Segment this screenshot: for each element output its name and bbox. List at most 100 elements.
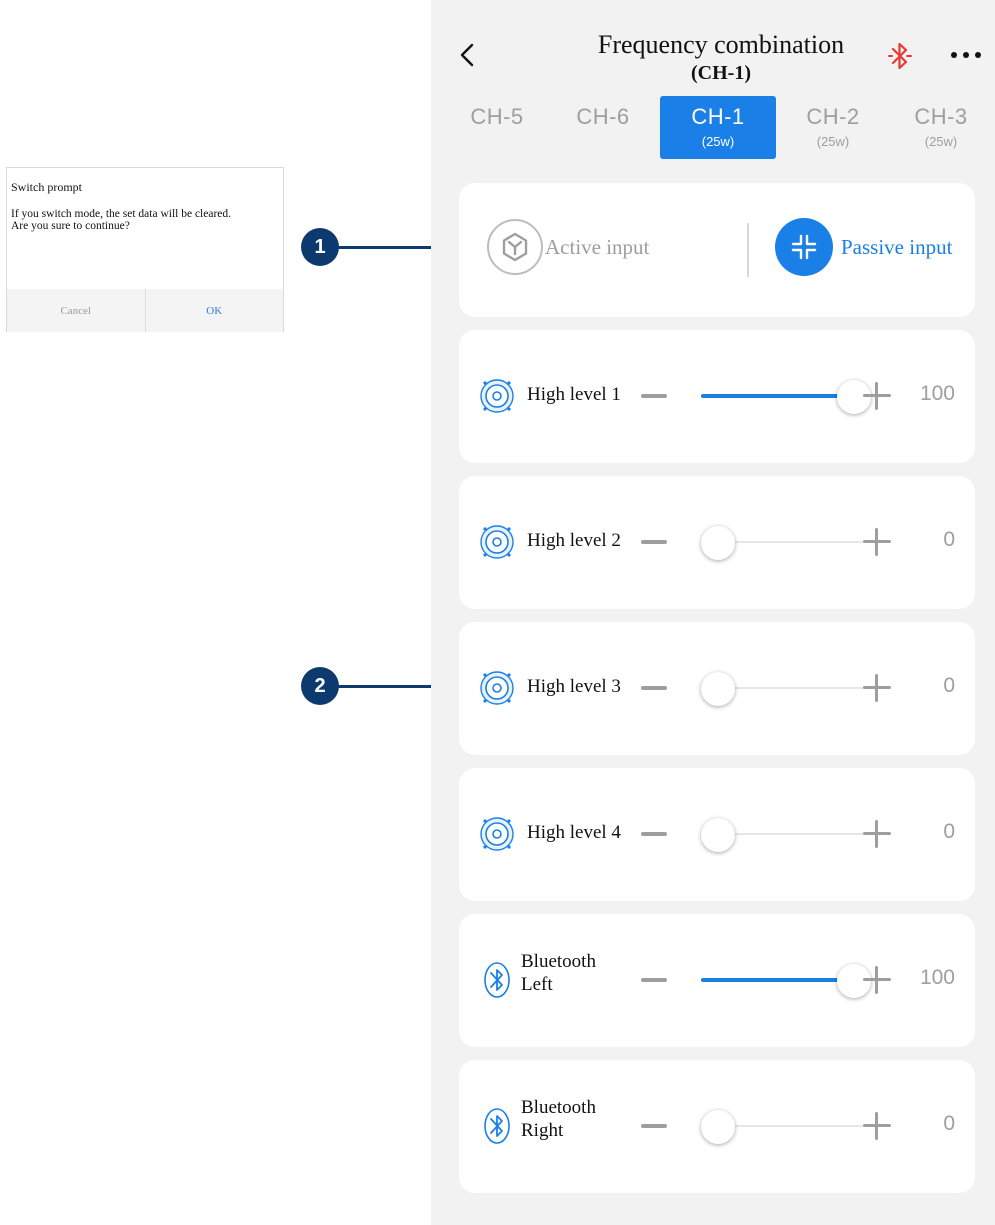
bluetooth-icon [479, 960, 515, 1000]
channel-value: 100 [919, 966, 955, 989]
channel-label-line: Right [521, 1120, 564, 1141]
slider-thumb[interactable] [701, 672, 735, 706]
slider-fill [701, 394, 854, 398]
channel-label: High level 4 [527, 822, 621, 844]
active-input-option[interactable]: Active input [487, 219, 649, 275]
active-input-label: Active input [545, 234, 650, 259]
channel-row: High level 1 100 [459, 330, 975, 463]
dot [963, 52, 969, 58]
dot [975, 52, 981, 58]
slider-thumb[interactable] [701, 526, 735, 560]
cancel-button[interactable]: Cancel [7, 289, 146, 332]
increase-button[interactable] [863, 1112, 891, 1140]
tab-ch-1[interactable]: CH-1 (25w) [660, 96, 776, 159]
channel-row: High level 4 0 [459, 768, 975, 901]
channel-label: Bluetooth Right [521, 1096, 596, 1142]
tab-sub: (25w) [701, 134, 735, 149]
increase-button[interactable] [863, 966, 891, 994]
increase-button[interactable] [863, 674, 891, 702]
passive-input-icon [775, 218, 833, 276]
ok-button[interactable]: OK [146, 289, 284, 332]
channel-tabs: CH-5 CH-6 CH-1 (25w) CH-2 (25w) CH-3 (25… [431, 96, 995, 160]
channel-label-line: High level 3 [527, 676, 621, 697]
speaker-icon [479, 522, 515, 562]
increase-button[interactable] [863, 820, 891, 848]
channel-row: High level 3 0 [459, 622, 975, 755]
callout-badge: 2 [301, 667, 339, 705]
input-mode-card: Active input Passive input [459, 183, 975, 317]
channel-label-line: Bluetooth [521, 951, 596, 972]
callout-arrow-line [336, 246, 440, 249]
more-dots-icon[interactable] [951, 52, 991, 64]
dot [951, 52, 957, 58]
tab-ch-3[interactable]: CH-3 (25w) [886, 96, 995, 159]
tab-ch-2[interactable]: CH-2 (25w) [775, 96, 891, 159]
tab-label: CH-5 [470, 104, 524, 129]
dialog-message-line: Are you sure to continue? [11, 220, 130, 232]
callout-arrow-line [336, 685, 440, 688]
dialog-title: Switch prompt [11, 180, 82, 194]
channel-row: High level 2 0 [459, 476, 975, 609]
tab-label: CH-2 [806, 104, 860, 129]
minus-icon [641, 978, 667, 982]
tab-sub: (25w) [816, 134, 850, 149]
dialog-message: If you switch mode, the set data will be… [11, 208, 281, 232]
channel-value: 100 [919, 382, 955, 405]
passive-input-label: Passive input [841, 234, 953, 259]
switch-prompt-dialog: Switch prompt If you switch mode, the se… [6, 167, 284, 332]
minus-icon [641, 1124, 667, 1128]
callout-badge: 1 [301, 228, 339, 266]
active-input-icon [487, 219, 543, 275]
chevron-left-icon[interactable] [455, 40, 479, 70]
volume-slider[interactable] [701, 666, 871, 710]
tab-ch-5[interactable]: CH-5 [439, 96, 555, 159]
channel-label-line: Bluetooth [521, 1097, 596, 1118]
channel-label: Bluetooth Left [521, 950, 596, 996]
channel-value: 0 [943, 1112, 955, 1135]
tab-label: CH-6 [576, 104, 630, 129]
speaker-icon [479, 668, 515, 708]
app-header: Frequency combination (CH-1) [431, 0, 995, 95]
tab-label: CH-3 [914, 104, 968, 129]
volume-slider[interactable] [701, 958, 871, 1002]
channel-label-line: High level 2 [527, 530, 621, 551]
channel-label-line: High level 4 [527, 822, 621, 843]
page-title: Frequency combination [597, 30, 845, 59]
channel-label: High level 1 [527, 384, 621, 406]
slider-thumb[interactable] [701, 818, 735, 852]
slider-thumb[interactable] [701, 1110, 735, 1144]
tab-label: CH-1 [691, 104, 745, 129]
minus-icon [641, 686, 667, 690]
bluetooth-icon [479, 1106, 515, 1146]
volume-slider[interactable] [701, 374, 871, 418]
channel-value: 0 [943, 820, 955, 843]
increase-button[interactable] [863, 382, 891, 410]
tab-ch-6[interactable]: CH-6 [545, 96, 661, 159]
minus-icon [641, 394, 667, 398]
channel-row: Bluetooth Right 0 [459, 1060, 975, 1193]
channel-value: 0 [943, 674, 955, 697]
channel-label: High level 3 [527, 676, 621, 698]
speaker-icon [479, 376, 515, 416]
dialog-message-line: If you switch mode, the set data will be… [11, 208, 232, 220]
page-subtitle: (CH-1) [691, 62, 751, 84]
minus-icon [641, 832, 667, 836]
volume-slider[interactable] [701, 812, 871, 856]
channel-label-line: Left [521, 974, 553, 995]
channel-row: Bluetooth Left 100 [459, 914, 975, 1047]
channel-label: High level 2 [527, 530, 621, 552]
bluetooth-disconnected-icon[interactable] [887, 40, 913, 72]
channel-value: 0 [943, 528, 955, 551]
slider-fill [701, 978, 854, 982]
phone-screen: Frequency combination (CH-1) CH-5 CH-6 C… [431, 0, 995, 1225]
minus-icon [641, 540, 667, 544]
mode-divider [747, 223, 749, 277]
speaker-icon [479, 814, 515, 854]
dialog-actions: Cancel OK [7, 289, 283, 332]
passive-input-option[interactable]: Passive input [775, 218, 953, 276]
channel-label-line: High level 1 [527, 384, 621, 405]
increase-button[interactable] [863, 528, 891, 556]
volume-slider[interactable] [701, 1104, 871, 1148]
tab-sub: (25w) [924, 134, 958, 149]
volume-slider[interactable] [701, 520, 871, 564]
